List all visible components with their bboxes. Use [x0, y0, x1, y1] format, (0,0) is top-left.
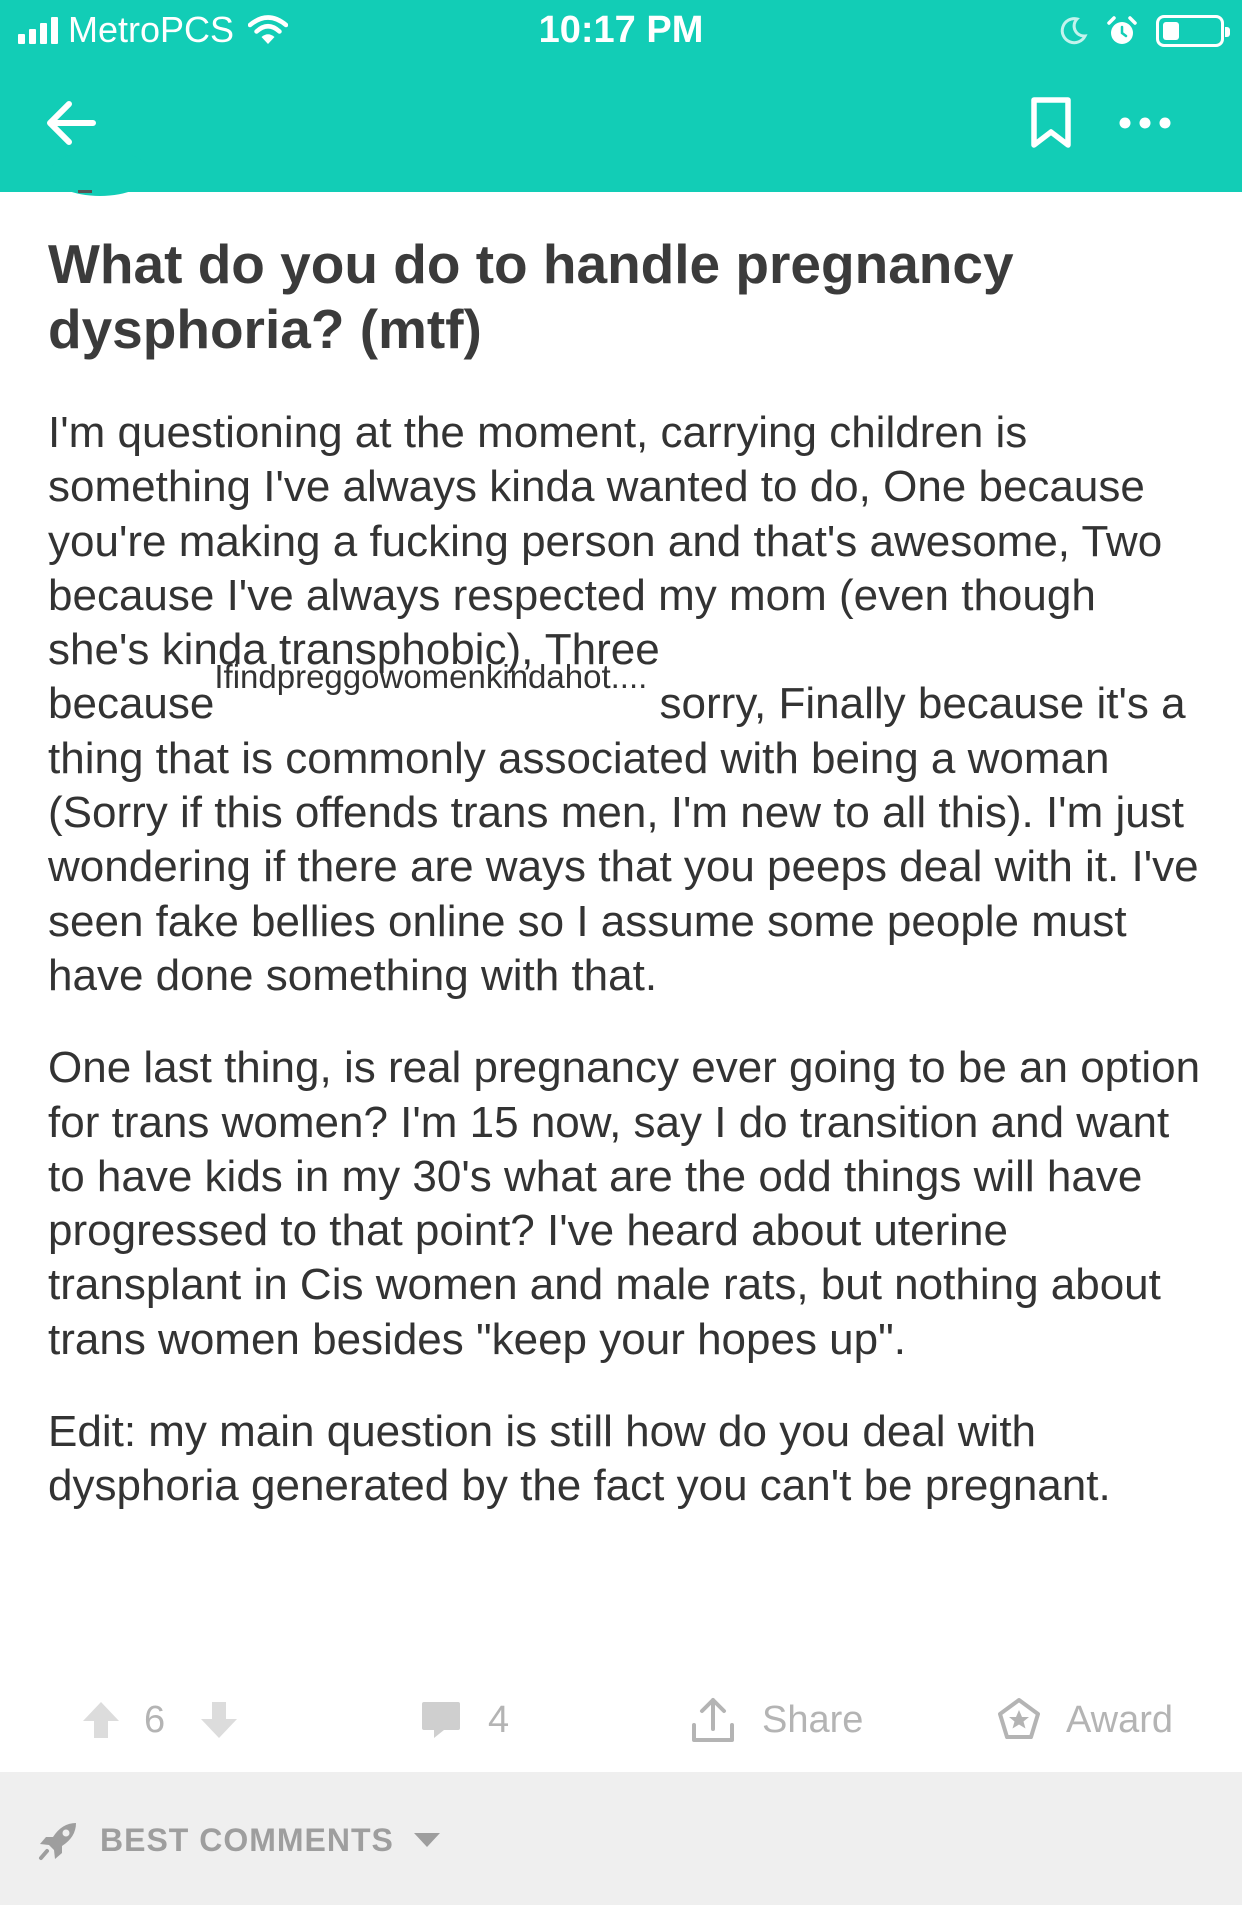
arrow-down-icon — [201, 1702, 237, 1738]
paragraph-1-text-end: sorry, Finally because it's a thing that… — [48, 679, 1199, 1000]
share-button[interactable]: Share — [688, 1685, 863, 1755]
bookmark-icon — [1031, 97, 1071, 148]
share-upload-icon — [692, 1698, 734, 1742]
upvote-button[interactable] — [78, 1685, 124, 1755]
comment-bubble-icon — [422, 1702, 460, 1738]
status-bar: MetroPCS 10:17 PM — [0, 0, 1242, 62]
arrow-left-icon — [47, 101, 96, 145]
comments-button[interactable]: 4 — [420, 1685, 509, 1755]
post-actions-bar: 6 4 Share Award — [0, 1685, 1242, 1755]
vote-count: 6 — [144, 1698, 166, 1741]
back-button[interactable] — [38, 90, 104, 156]
post-body: I'm questioning at the moment, carrying … — [48, 406, 1208, 1514]
status-right — [1058, 12, 1230, 50]
status-time: 10:17 PM — [538, 9, 704, 51]
post-paragraph-2: One last thing, is real pregnancy ever g… — [48, 1043, 1201, 1364]
share-label: Share — [762, 1698, 864, 1741]
superscript-aside: Ifindpreggowomenkindahot.... — [214, 658, 648, 696]
comments-sort-bar: BEST COMMENTS — [0, 1772, 1242, 1905]
post-content: What do you do to handle pregnancy dysph… — [48, 232, 1208, 1552]
comment-sort-button[interactable]: BEST COMMENTS — [36, 1800, 442, 1880]
app-header: MetroPCS 10:17 PM — [0, 0, 1242, 192]
comment-count: 4 — [488, 1698, 510, 1741]
caret-down-icon — [413, 1833, 440, 1847]
post-title: What do you do to handle pregnancy dysph… — [48, 233, 1014, 360]
rocket-icon — [39, 1823, 76, 1860]
sort-label: BEST COMMENTS — [100, 1821, 394, 1858]
post-paragraph-1: I'm questioning at the moment, carrying … — [48, 406, 1208, 1003]
downvote-button[interactable] — [196, 1685, 242, 1755]
award-label: Award — [1066, 1698, 1174, 1741]
post-paragraph-3: Edit: my main question is still how do y… — [48, 1407, 1111, 1511]
more-horizontal-icon — [1119, 117, 1171, 129]
award-button[interactable]: Award — [996, 1685, 1173, 1755]
subreddit-avatar — [50, 150, 150, 196]
award-star-icon — [998, 1698, 1040, 1739]
battery-level-fill — [1163, 22, 1179, 40]
more-options-button[interactable] — [1112, 90, 1178, 156]
do-not-disturb-icon — [1060, 17, 1088, 45]
top-navigation — [0, 78, 1242, 168]
arrow-up-icon — [83, 1702, 119, 1738]
alarm-clock-icon — [1107, 16, 1137, 44]
battery-icon — [1156, 15, 1230, 47]
bookmark-button[interactable] — [1018, 90, 1084, 156]
